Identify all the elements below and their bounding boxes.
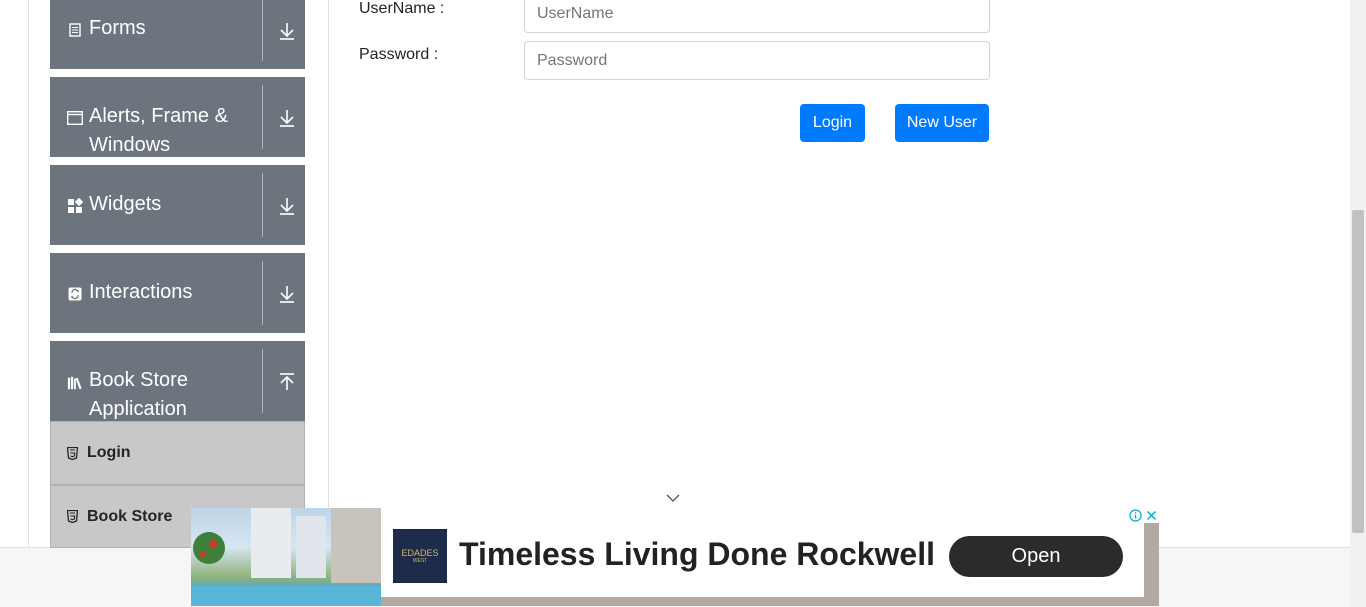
window-icon — [67, 110, 83, 126]
new-user-button[interactable]: New User — [895, 104, 989, 142]
scrollbar-thumb[interactable] — [1352, 210, 1364, 533]
ad-banner[interactable]: EDADES WEST Timeless Living Done Rockwel… — [191, 508, 1159, 606]
sidebar-group-label: Forms — [89, 17, 146, 39]
sidebar-group-interactions[interactable]: Interactions — [50, 253, 305, 333]
username-label: UserName : — [359, 0, 445, 17]
username-input[interactable] — [524, 0, 990, 33]
ad-open-button[interactable]: Open — [949, 536, 1123, 577]
ad-logo-text: EDADES — [401, 548, 439, 558]
ad-logo-subtext: WEST — [412, 558, 428, 564]
sidebar-item-login[interactable]: Login — [50, 421, 305, 485]
group-divider — [262, 85, 263, 149]
sidebar-item-label: Book Store — [87, 507, 173, 525]
ad-image[interactable] — [191, 508, 381, 606]
arrow-down-icon[interactable] — [278, 284, 296, 304]
page: Forms Alerts, Frame & Windows Widgets In… — [0, 0, 1366, 607]
sidebar-group-label: Book Store — [89, 369, 188, 391]
chevron-down-icon[interactable] — [666, 493, 680, 503]
info-icon[interactable] — [1128, 508, 1143, 523]
sidebar-group-label-line2: Windows — [89, 134, 171, 156]
sidebar-group-bookstore[interactable]: Book Store Application — [50, 341, 305, 421]
html5-icon — [65, 446, 79, 460]
widgets-icon — [67, 198, 83, 214]
group-divider — [262, 261, 263, 325]
password-label: Password : — [359, 46, 439, 63]
html5-icon — [65, 510, 79, 524]
group-divider — [262, 349, 263, 413]
sidebar-border — [328, 0, 329, 548]
form-icon — [67, 22, 83, 38]
arrow-up-icon[interactable] — [278, 372, 296, 392]
arrow-down-icon[interactable] — [278, 108, 296, 128]
sidebar-group-alerts[interactable]: Alerts, Frame & Windows — [50, 77, 305, 157]
arrow-down-icon[interactable] — [278, 196, 296, 216]
ad-card[interactable]: EDADES WEST Timeless Living Done Rockwel… — [381, 508, 1144, 597]
ad-headline[interactable]: Timeless Living Done Rockwell — [459, 536, 935, 573]
sidebar-group-label: Alerts, Frame & — [89, 105, 228, 127]
books-icon — [67, 375, 83, 391]
close-icon[interactable] — [1144, 508, 1159, 523]
group-divider — [262, 0, 263, 61]
sidebar-item-label: Login — [87, 444, 131, 461]
sidebar-group-forms[interactable]: Forms — [50, 0, 305, 69]
arrow-down-icon[interactable] — [278, 21, 296, 41]
login-button[interactable]: Login — [800, 104, 865, 142]
group-divider — [262, 173, 263, 237]
password-input[interactable] — [524, 41, 990, 80]
sidebar-group-label: Widgets — [89, 193, 162, 215]
interactions-icon — [67, 286, 83, 302]
left-border — [28, 0, 29, 548]
sidebar-group-label: Interactions — [89, 281, 193, 303]
ad-logo: EDADES WEST — [393, 529, 447, 583]
sidebar-group-label-line2: Application — [89, 398, 187, 420]
sidebar-group-widgets[interactable]: Widgets — [50, 165, 305, 245]
